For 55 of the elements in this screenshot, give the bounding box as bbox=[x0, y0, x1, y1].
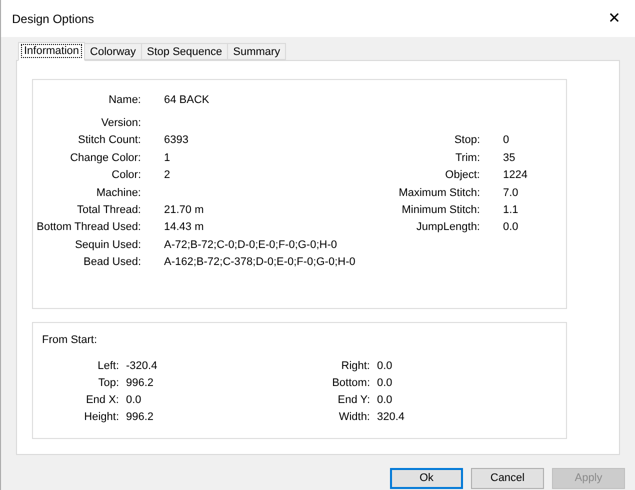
field-label: Maximum Stitch: bbox=[398, 186, 480, 201]
field-label: Sequin Used: bbox=[74, 238, 141, 253]
field-label: Bottom: bbox=[331, 376, 370, 391]
field-value: 996.2 bbox=[126, 376, 155, 391]
field-label: Version: bbox=[100, 116, 141, 131]
field-label: Stitch Count: bbox=[77, 133, 141, 148]
field-value: 14.43 m bbox=[164, 220, 205, 236]
field-label: Object: bbox=[444, 168, 480, 184]
field-label: Height: bbox=[83, 410, 119, 425]
field-value: 35 bbox=[503, 150, 516, 166]
field-label: Stop: bbox=[453, 133, 480, 148]
tab[interactable]: Stop Sequence bbox=[142, 43, 228, 60]
field-label: End X: bbox=[84, 393, 119, 408]
field-label: Minimum Stitch: bbox=[400, 202, 480, 218]
field-value: 6393 bbox=[164, 133, 190, 148]
field-value: A-162;B-72;C-378;D-0;E-0;F-0;G-0;H-0 bbox=[164, 255, 356, 270]
field-label: JumpLength: bbox=[415, 220, 480, 236]
window-title: Design Options bbox=[12, 10, 94, 28]
field-value: A-72;B-72;C-0;D-0;E-0;F-0;G-0;H-0 bbox=[164, 238, 338, 253]
field-value: 996.2 bbox=[126, 410, 155, 425]
field-value: 0.0 bbox=[377, 376, 394, 391]
field-value: 7.0 bbox=[503, 186, 520, 201]
field-value: 21.70 m bbox=[164, 202, 205, 218]
field-label: Trim: bbox=[454, 150, 480, 166]
field-label: Machine: bbox=[95, 186, 141, 201]
field-label: Bottom Thread Used: bbox=[36, 220, 141, 236]
dialog-button[interactable]: Ok bbox=[390, 468, 463, 489]
field-value: 2 bbox=[164, 168, 172, 184]
field-value: -320.4 bbox=[126, 359, 158, 374]
tab[interactable]: Information bbox=[18, 42, 86, 61]
close-button[interactable]: ✕ bbox=[604, 11, 625, 26]
field-label: Bead Used: bbox=[82, 255, 141, 270]
section-title: From Start: bbox=[42, 333, 98, 347]
dialog-button[interactable]: Cancel bbox=[471, 468, 544, 489]
field-label: Name: bbox=[108, 93, 141, 108]
field-label: Color: bbox=[110, 168, 141, 184]
field-label: Change Color: bbox=[69, 150, 141, 166]
field-value: 320.4 bbox=[377, 410, 406, 425]
field-label: Left: bbox=[96, 359, 119, 374]
tab[interactable]: Summary bbox=[228, 43, 286, 60]
field-value: 1 bbox=[164, 150, 172, 166]
field-value: 0.0 bbox=[377, 359, 394, 374]
field-value: 0.0 bbox=[503, 220, 520, 236]
field-value: 0.0 bbox=[126, 393, 142, 408]
field-value: 0 bbox=[503, 133, 510, 148]
tab[interactable]: Colorway bbox=[85, 43, 142, 60]
field-label: Total Thread: bbox=[76, 202, 141, 218]
field-label: Right: bbox=[340, 359, 370, 374]
field-label: Top: bbox=[97, 376, 119, 391]
field-value: 1224 bbox=[503, 168, 528, 184]
field-label: Width: bbox=[338, 410, 370, 425]
field-label: End Y: bbox=[336, 393, 370, 408]
field-value: 0.0 bbox=[377, 393, 394, 408]
field-value: 1.1 bbox=[503, 202, 520, 218]
field-value: 64 BACK bbox=[164, 93, 210, 108]
